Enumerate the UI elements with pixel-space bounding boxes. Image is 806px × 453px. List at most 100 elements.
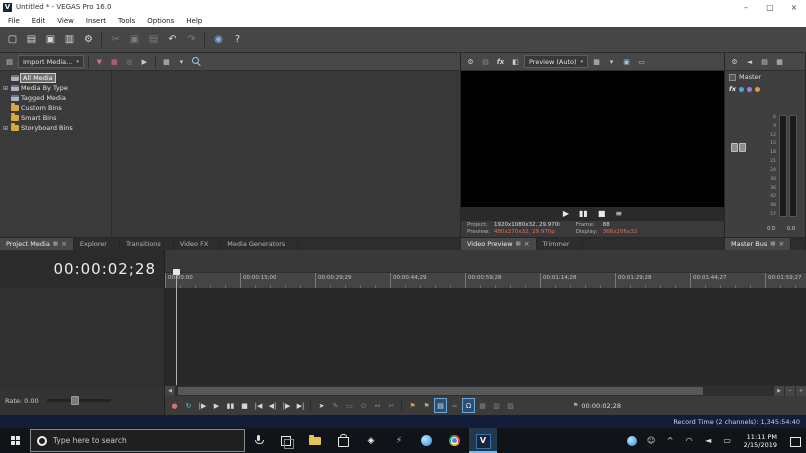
- go-to-end-button[interactable]: ▶|: [294, 398, 307, 413]
- video-output-fx-icon[interactable]: fx: [494, 55, 507, 69]
- project-properties-gear-icon[interactable]: ⚙: [80, 31, 97, 48]
- tab-video-fx[interactable]: Video FX: [174, 238, 221, 250]
- scrollbar-thumb[interactable]: [178, 387, 703, 395]
- auto-ripple-button[interactable]: ▤: [434, 398, 447, 413]
- capture-video-icon[interactable]: ▦: [108, 55, 121, 69]
- menu-item[interactable]: Help: [180, 17, 208, 25]
- snapping-button[interactable]: Ω: [462, 398, 475, 413]
- minimize-button[interactable]: –: [734, 0, 758, 14]
- downmix-output-icon[interactable]: ◄: [743, 55, 756, 69]
- tab-explorer[interactable]: Explorer: [74, 238, 120, 250]
- tab-close-icon[interactable]: ×: [524, 240, 530, 248]
- import-media-dropdown[interactable]: Import Media... ▾: [18, 55, 84, 68]
- go-to-start-button[interactable]: |◀: [252, 398, 265, 413]
- people-icon[interactable]: ☺: [642, 428, 661, 453]
- mixing-console-button[interactable]: ▨: [504, 398, 517, 413]
- expander-icon[interactable]: ⊞: [2, 125, 9, 132]
- tree-item-all-media[interactable]: All Media: [0, 73, 111, 83]
- quantize-to-frames-button[interactable]: ▦: [476, 398, 489, 413]
- fx-slot-blue-icon[interactable]: [739, 87, 744, 92]
- undo-icon[interactable]: ↶: [164, 31, 181, 48]
- playhead-line[interactable]: [176, 272, 177, 385]
- insert-region-button[interactable]: ⚑: [420, 398, 433, 413]
- zoom-edit-tool-button[interactable]: ⊙: [357, 398, 370, 413]
- bus-state-icon[interactable]: [729, 74, 736, 81]
- copy-snapshot-icon[interactable]: ▣: [620, 55, 633, 69]
- cut-icon[interactable]: ✂: [107, 31, 124, 48]
- preview-settings-gear-icon[interactable]: ⚙: [464, 55, 477, 69]
- audio-meters-button[interactable]: ▥: [490, 398, 503, 413]
- tab-trimmer[interactable]: Trimmer: [537, 238, 583, 250]
- volume-icon[interactable]: ◄: [699, 428, 718, 453]
- tree-item-smart-bins[interactable]: Smart Bins: [0, 113, 111, 123]
- menu-item[interactable]: Edit: [26, 17, 52, 25]
- playhead-marker[interactable]: [173, 269, 180, 275]
- normal-edit-tool-button[interactable]: ➤: [315, 398, 328, 413]
- vegas-app-icon[interactable]: V: [469, 428, 497, 453]
- selection-edit-tool-button[interactable]: ▭: [343, 398, 356, 413]
- redo-icon[interactable]: ↷: [183, 31, 200, 48]
- play-button[interactable]: ▶: [210, 398, 223, 413]
- views-dropdown-arrow-icon[interactable]: ▾: [175, 55, 188, 69]
- action-center-icon[interactable]: [784, 428, 806, 453]
- chrome-icon[interactable]: [441, 428, 469, 453]
- microphone-icon[interactable]: [245, 428, 273, 453]
- microsoft-store-icon[interactable]: [329, 428, 357, 453]
- views-grid-icon[interactable]: ▦: [160, 55, 173, 69]
- pause-button[interactable]: ▮▮: [224, 398, 237, 413]
- lightning-app-icon[interactable]: ⚡: [385, 428, 413, 453]
- file-explorer-icon[interactable]: [301, 428, 329, 453]
- interactive-tutorials-icon[interactable]: ◉: [210, 31, 227, 48]
- meter-options-icon[interactable]: ▦: [773, 55, 786, 69]
- overlays-grid-icon[interactable]: ▦: [590, 55, 603, 69]
- timecode-display[interactable]: 00:00:02;28: [0, 250, 165, 288]
- zoom-in-button[interactable]: +: [795, 386, 806, 396]
- fx-slot-orange-icon[interactable]: [755, 87, 760, 92]
- fx-chain-button[interactable]: fx: [729, 85, 736, 93]
- fader-handle-left[interactable]: [731, 143, 738, 152]
- zoom-out-button[interactable]: −: [784, 386, 795, 396]
- menu-item[interactable]: Options: [141, 17, 180, 25]
- tab-project-media[interactable]: Project Media ▦ ×: [0, 238, 74, 250]
- task-view-icon[interactable]: [273, 428, 301, 453]
- media-list-view[interactable]: [112, 71, 460, 237]
- media-preview-play-icon[interactable]: ▶: [138, 55, 151, 69]
- cortana-tray-icon[interactable]: [623, 428, 642, 453]
- track-area[interactable]: [0, 288, 806, 385]
- next-frame-button[interactable]: |▶: [280, 398, 293, 413]
- timeline-ruler[interactable]: 00:00:0000:00:15;0000:00:29;2900:00:44;2…: [165, 250, 806, 288]
- tray-clock[interactable]: 11:11 PM 2/15/2019: [737, 428, 784, 453]
- expander-icon[interactable]: ⊞: [2, 85, 9, 92]
- render-as-icon[interactable]: ▥: [61, 31, 78, 48]
- tab-video-preview[interactable]: Video Preview ▦ ×: [461, 238, 537, 250]
- tree-item-media-by-type[interactable]: ⊞ Media By Type: [0, 83, 111, 93]
- lock-envelopes-button[interactable]: ≈: [448, 398, 461, 413]
- dropbox-icon[interactable]: ◈: [357, 428, 385, 453]
- search-media-icon[interactable]: [190, 55, 203, 69]
- external-monitor-icon[interactable]: ▭: [635, 55, 648, 69]
- scroll-left-button[interactable]: ◀: [165, 386, 176, 396]
- slip-tool-button[interactable]: ↔: [371, 398, 384, 413]
- preview-options-menu-button[interactable]: ≡: [615, 207, 622, 221]
- dim-output-icon[interactable]: ▤: [758, 55, 771, 69]
- extract-audio-icon[interactable]: ◎: [123, 55, 136, 69]
- tab-media-generators[interactable]: Media Generators: [221, 238, 298, 250]
- open-project-icon[interactable]: ▤: [23, 31, 40, 48]
- loop-playback-button[interactable]: ↻: [182, 398, 195, 413]
- menu-item[interactable]: View: [51, 17, 80, 25]
- tab-transitions[interactable]: Transitions: [120, 238, 174, 250]
- blue-app-icon[interactable]: [413, 428, 441, 453]
- maximize-button[interactable]: ▢: [758, 0, 782, 14]
- fader-handle-right[interactable]: [739, 143, 746, 152]
- split-screen-view-icon[interactable]: ◧: [509, 55, 522, 69]
- split-trim-tool-button[interactable]: ✂: [385, 398, 398, 413]
- deinterlace-icon[interactable]: ▤: [479, 55, 492, 69]
- rate-slider-handle[interactable]: [71, 396, 79, 405]
- start-button[interactable]: [0, 428, 30, 453]
- paste-icon[interactable]: ▤: [145, 31, 162, 48]
- tab-close-icon[interactable]: ×: [61, 240, 67, 248]
- close-button[interactable]: ×: [782, 0, 806, 14]
- menu-item[interactable]: File: [2, 17, 26, 25]
- play-from-start-button[interactable]: |▶: [196, 398, 209, 413]
- scrollbar-track[interactable]: [176, 386, 773, 396]
